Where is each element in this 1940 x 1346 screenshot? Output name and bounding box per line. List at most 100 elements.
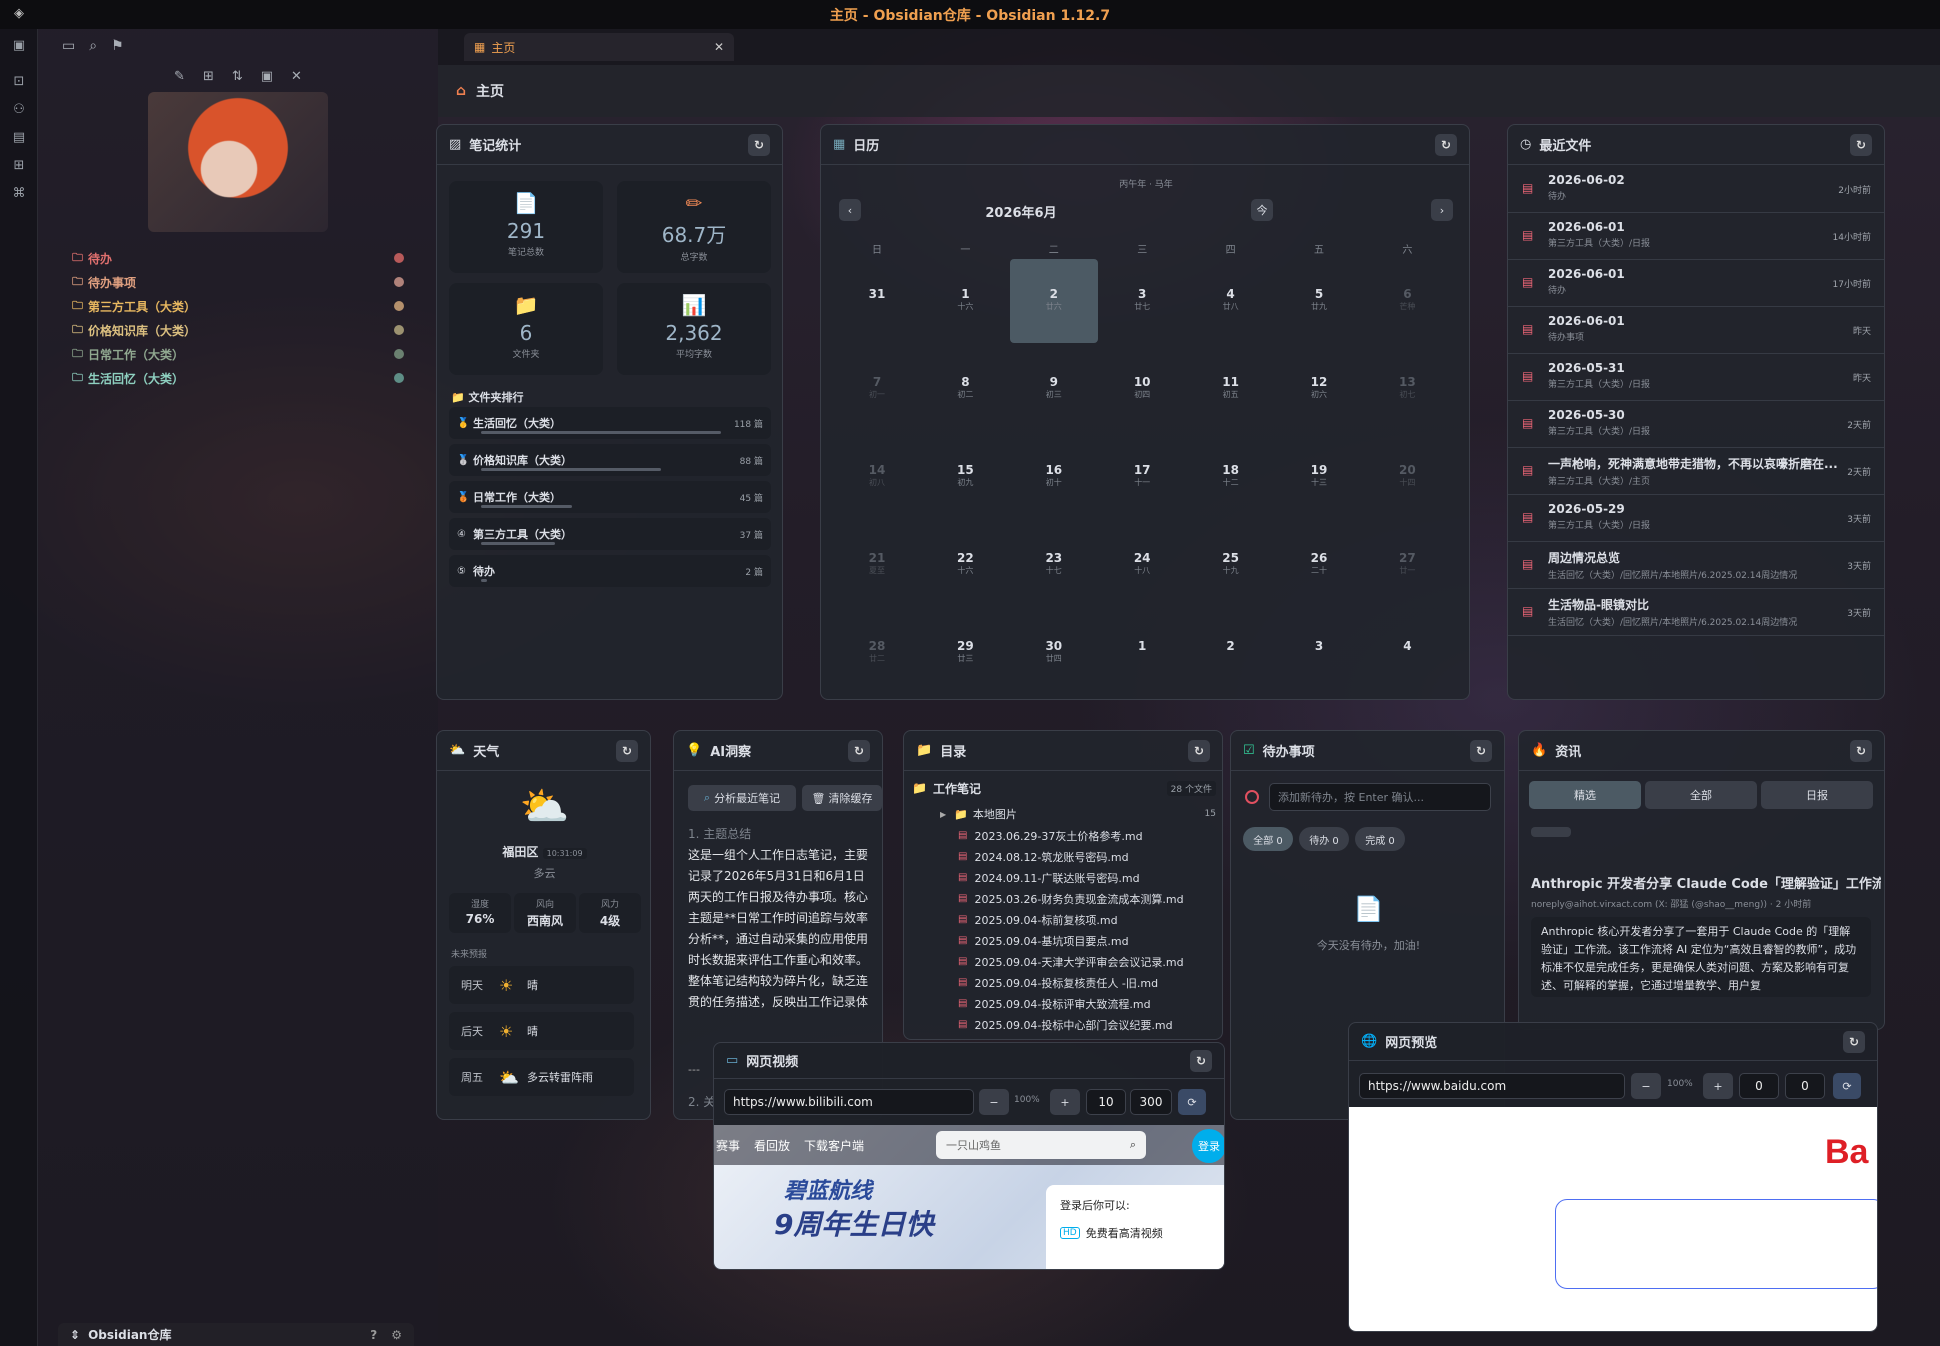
calendar-day[interactable]: 13 初七 — [1363, 347, 1451, 431]
toggle-sidebar-icon[interactable]: ▣ — [0, 31, 38, 59]
refresh-button[interactable]: ↻ — [1190, 1049, 1212, 1072]
recent-file-item[interactable]: ▤ 2026-05-30 第三方工具（大类）/日报 2天前 — [1508, 402, 1884, 448]
graph-view-icon[interactable]: ⚇ — [0, 95, 38, 123]
offset-y-input[interactable]: 0 — [1785, 1073, 1825, 1099]
command-palette-icon[interactable]: ⌘ — [0, 179, 38, 207]
ranking-row[interactable]: 🥉 日常工作（大类） 45 篇 — [449, 481, 771, 513]
calendar-day[interactable]: 5 廿九 — [1275, 259, 1363, 343]
news-tab-2[interactable]: 日报 — [1761, 781, 1873, 809]
calendar-day[interactable]: 30 廿四 — [1010, 611, 1098, 695]
open-quick-switcher-icon[interactable]: ⊡ — [0, 67, 38, 95]
calendar-day[interactable]: 6 芒种 — [1363, 259, 1451, 343]
calendar-day[interactable]: 29 廿三 — [921, 611, 1009, 695]
calendar-day[interactable]: 11 初五 — [1187, 347, 1275, 431]
todo-input[interactable]: 添加新待办，按 Enter 确认... — [1269, 783, 1491, 811]
toc-file[interactable]: ▤ 2025.09.04-基坑项目要点.md — [958, 930, 1129, 951]
calendar-day[interactable]: 4 廿八 — [1187, 259, 1275, 343]
toc-file[interactable]: ▤ 2025.09.04-标前复核项.md — [958, 909, 1118, 930]
refresh-button[interactable]: ↻ — [1850, 739, 1872, 762]
calendar-day[interactable]: 26 二十 — [1275, 523, 1363, 607]
today-button[interactable]: 今 — [1251, 199, 1273, 221]
recent-file-item[interactable]: ▤ 一声枪响，死神满意地带走猎物，不再以哀嚎折磨在... 第三方工具（大类）/主页 2… — [1508, 449, 1884, 495]
analyze-button[interactable]: ⌕ 分析最近笔记 — [688, 785, 796, 811]
nav-download[interactable]: 下载客户端 — [804, 1137, 864, 1154]
zoom-out-button[interactable]: − — [979, 1089, 1009, 1115]
tab-home[interactable]: ▦ 主页 ✕ — [464, 33, 734, 61]
video-url-input[interactable]: https://www.bilibili.com — [724, 1089, 974, 1115]
news-tab-0[interactable]: 精选 — [1529, 781, 1641, 809]
search-tab-icon[interactable]: ⌕ — [89, 38, 97, 54]
calendar-day[interactable]: 20 十四 — [1363, 435, 1451, 519]
tree-folder[interactable]: 🗀 生活回忆（大类） — [72, 366, 404, 390]
offset-x-input[interactable]: 0 — [1739, 1073, 1779, 1099]
recent-file-item[interactable]: ▤ 2026-05-29 第三方工具（大类）/日报 3天前 — [1508, 496, 1884, 542]
recent-file-item[interactable]: ▤ 2026-06-01 待办 17小时前 — [1508, 261, 1884, 307]
calendar-day[interactable]: 9 初三 — [1010, 347, 1098, 431]
calendar-day[interactable]: 14 初八 — [833, 435, 921, 519]
files-tab-icon[interactable]: ▭ — [62, 38, 75, 54]
toc-file[interactable]: ▤ 2025.03.26-财务负责现金流成本测算.md — [958, 888, 1184, 909]
calendar-day[interactable]: 2 廿六 — [1009, 259, 1098, 343]
calendar-day[interactable]: 24 十八 — [1098, 523, 1186, 607]
nav-events[interactable]: 赛事 — [716, 1137, 740, 1154]
ranking-row[interactable]: 🥇 生活回忆（大类） 118 篇 — [449, 407, 771, 439]
calendar-day[interactable]: 10 初四 — [1098, 347, 1186, 431]
offset-x-input[interactable]: 10 — [1086, 1089, 1126, 1115]
login-button[interactable]: 登录 — [1192, 1129, 1224, 1163]
refresh-button[interactable]: ↻ — [848, 739, 870, 762]
calendar-day[interactable]: 28 廿二 — [833, 611, 921, 695]
apply-icon[interactable]: ⟳ — [1833, 1073, 1861, 1099]
toc-file[interactable]: ▤ 2025.09.04-投标评审大致流程.md — [958, 993, 1151, 1014]
offset-y-input[interactable]: 300 — [1130, 1089, 1172, 1115]
recent-file-item[interactable]: ▤ 2026-05-31 第三方工具（大类）/日报 昨天 — [1508, 355, 1884, 401]
calendar-day[interactable]: 1 — [1098, 611, 1186, 695]
new-folder-icon[interactable]: ⊞ — [203, 69, 214, 84]
calendar-day[interactable]: 3 廿七 — [1098, 259, 1186, 343]
calendar-day[interactable]: 3 — [1275, 611, 1363, 695]
video-webview[interactable]: 赛事 看回放 下载客户端 一只山鸡鱼 ⌕ 登录 碧蓝航线 9周年生日快 登录后你可… — [714, 1125, 1224, 1269]
news-tab-1[interactable]: 全部 — [1645, 781, 1757, 809]
toc-folder[interactable]: 📁 工作笔记 28 个文件 — [912, 777, 1216, 799]
obsidian-logo-icon[interactable]: ◈ — [14, 6, 24, 21]
todo-filter-1[interactable]: 待办 0 — [1299, 827, 1349, 851]
calendar-day[interactable]: 25 十九 — [1187, 523, 1275, 607]
zoom-in-button[interactable]: + — [1703, 1073, 1733, 1099]
ranking-row[interactable]: 🥈 价格知识库（大类） 88 篇 — [449, 444, 771, 476]
calendar-day[interactable]: 2 — [1187, 611, 1275, 695]
next-month-button[interactable]: › — [1431, 199, 1453, 221]
refresh-button[interactable]: ↻ — [1188, 739, 1210, 762]
auto-reveal-icon[interactable]: ▣ — [261, 69, 273, 84]
tree-folder[interactable]: 🗀 日常工作（大类） — [72, 342, 404, 366]
calendar-day[interactable]: 1 十六 — [921, 259, 1009, 343]
calendar-day[interactable]: 22 十六 — [921, 523, 1009, 607]
vault-switcher[interactable]: ⇕ Obsidian仓库 ? ⚙ — [58, 1323, 414, 1346]
clear-cache-button[interactable]: 🗑 清除缓存 — [802, 785, 882, 811]
calendar-day[interactable]: 23 十七 — [1010, 523, 1098, 607]
calendar-day[interactable]: 27 廿一 — [1363, 523, 1451, 607]
calendar-day[interactable]: 16 初十 — [1010, 435, 1098, 519]
refresh-button[interactable]: ↻ — [1435, 133, 1457, 156]
zoom-in-button[interactable]: + — [1050, 1089, 1080, 1115]
calendar-day[interactable]: 21 夏至 — [833, 523, 921, 607]
daily-note-icon[interactable]: ⊞ — [0, 151, 38, 179]
settings-icon[interactable]: ⚙ — [391, 1328, 402, 1342]
nav-replay[interactable]: 看回放 — [754, 1137, 790, 1154]
preview-url-input[interactable]: https://www.baidu.com — [1359, 1073, 1625, 1099]
refresh-button[interactable]: ↻ — [1470, 739, 1492, 762]
news-headline[interactable]: Anthropic 开发者分享 Claude Code「理解验证」工作流 — [1531, 873, 1881, 892]
recent-file-item[interactable]: ▤ 2026-06-01 待办事项 昨天 — [1508, 308, 1884, 354]
baidu-search-box[interactable] — [1555, 1199, 1877, 1289]
calendar-day[interactable]: 17 十一 — [1098, 435, 1186, 519]
toc-file[interactable]: ▤ 2025.09.04-天津大学评审会会议记录.md — [958, 951, 1184, 972]
calendar-day[interactable]: 15 初九 — [921, 435, 1009, 519]
recent-file-item[interactable]: ▤ 2026-06-01 第三方工具（大类）/日报 14小时前 — [1508, 214, 1884, 260]
tree-folder[interactable]: 🗀 待办事项 — [72, 270, 404, 294]
calendar-day[interactable]: 18 十二 — [1187, 435, 1275, 519]
collapse-all-icon[interactable]: ✕ — [291, 69, 302, 84]
ranking-row[interactable]: ④ 第三方工具（大类） 37 篇 — [449, 518, 771, 550]
calendar-day[interactable]: 7 初一 — [833, 347, 921, 431]
canvas-icon[interactable]: ▤ — [0, 123, 38, 151]
tree-folder[interactable]: 🗀 待办 — [72, 246, 404, 270]
refresh-button[interactable]: ↻ — [1850, 133, 1872, 156]
bilibili-search[interactable]: 一只山鸡鱼 ⌕ — [936, 1131, 1146, 1159]
